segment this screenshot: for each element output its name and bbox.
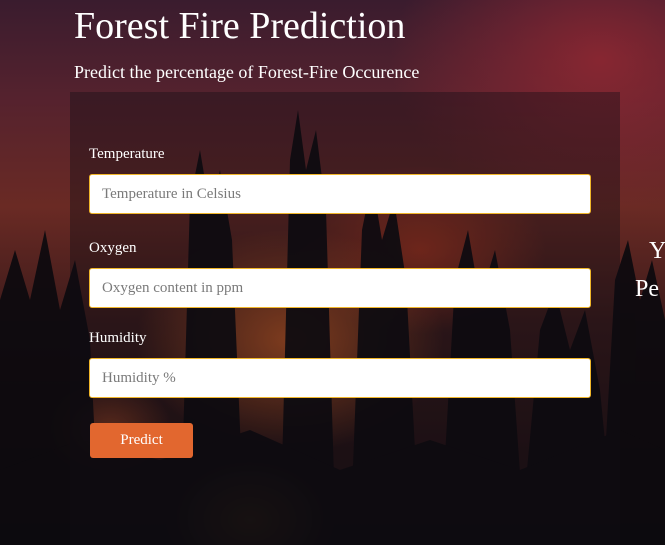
oxygen-label: Oxygen [89, 240, 137, 256]
result-line-1: Y [649, 238, 665, 264]
page-subtitle: Predict the percentage of Forest-Fire Oc… [74, 62, 420, 82]
predict-button[interactable]: Predict [90, 423, 193, 458]
result-line-2: Pe [635, 276, 659, 302]
temperature-label: Temperature [89, 146, 165, 162]
humidity-label: Humidity [89, 330, 147, 346]
page-title: Forest Fire Prediction [74, 5, 406, 47]
oxygen-input[interactable] [89, 268, 591, 308]
temperature-input[interactable] [89, 174, 591, 214]
prediction-result-text: Y Pe [635, 232, 665, 308]
humidity-input[interactable] [89, 358, 591, 398]
